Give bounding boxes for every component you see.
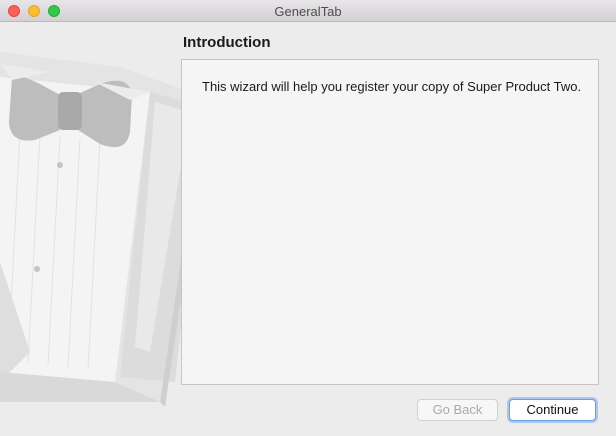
go-back-button[interactable]: Go Back (417, 399, 498, 421)
continue-button[interactable]: Continue (509, 399, 596, 421)
page-title: Introduction (183, 34, 271, 51)
tuxedo-illustration-icon (0, 52, 190, 407)
title-bar: GeneralTab (0, 0, 616, 22)
content-panel: This wizard will help you register your … (181, 59, 599, 385)
window-title: GeneralTab (274, 4, 342, 19)
wizard-window: GeneralTab Introduction This wizard will… (0, 0, 616, 436)
intro-text: This wizard will help you register your … (202, 79, 582, 94)
